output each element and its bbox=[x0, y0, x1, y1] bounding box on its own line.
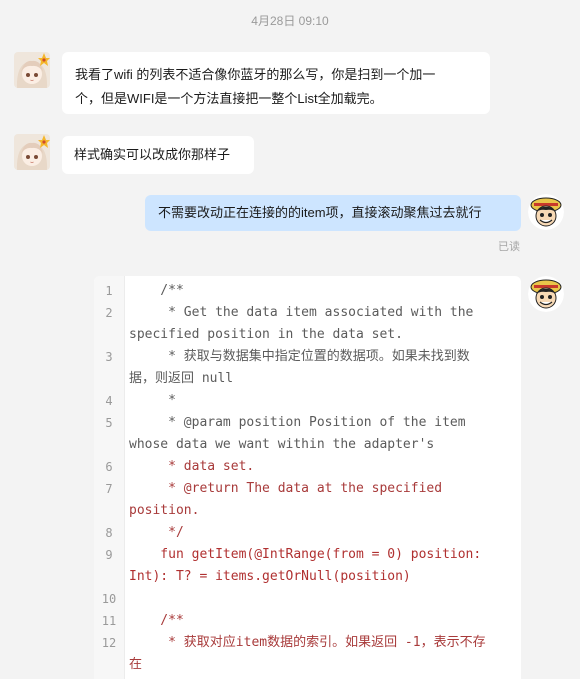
line-number: 7 bbox=[105, 482, 113, 496]
code-text: fun getItem(@IntRange(from = 0) position… bbox=[129, 547, 482, 562]
code-text: 在 bbox=[129, 657, 143, 672]
line-number: 9 bbox=[105, 548, 113, 562]
message-text: 样式确实可以改成你那样子 bbox=[74, 147, 231, 162]
anime-avatar-icon bbox=[528, 194, 564, 230]
my-avatar[interactable] bbox=[528, 276, 564, 312]
read-status: 已读 bbox=[498, 241, 520, 253]
code-message[interactable]: 1 /** 2 * Get the data item associated wi… bbox=[94, 276, 521, 679]
code-text: /** bbox=[129, 613, 184, 628]
code-text: Int): T? = items.getOrNull(position) bbox=[129, 569, 411, 584]
code-text: */ bbox=[129, 525, 184, 540]
line-number: 10 bbox=[101, 592, 117, 606]
code-text: position. bbox=[129, 503, 200, 518]
code-text: 据，则返回 null bbox=[129, 371, 234, 386]
code-text: * 获取对应item数据的索引。如果返回 -1，表示不存 bbox=[129, 635, 486, 650]
line-number: 4 bbox=[105, 394, 113, 408]
line-number: 12 bbox=[101, 636, 117, 650]
message-bubble[interactable]: 样式确实可以改成你那样子 bbox=[62, 136, 254, 174]
girl-avatar-icon bbox=[14, 134, 50, 170]
code-text: * bbox=[129, 393, 176, 408]
code-text: * @return The data at the specified bbox=[129, 481, 443, 496]
line-number: 5 bbox=[105, 416, 113, 430]
line-number: 2 bbox=[105, 306, 113, 320]
line-number: 3 bbox=[105, 350, 113, 364]
message-text: 个，但是WIFI是一个方法直接把一整个List全加载完。 bbox=[75, 91, 383, 106]
code-text: whose data we want within the adapter's bbox=[129, 437, 435, 452]
contact-avatar[interactable] bbox=[14, 134, 50, 170]
message-text: 不需要改动正在连接的的item项，直接滚动聚焦过去就行 bbox=[158, 205, 482, 220]
message-text: 我看了wifi 的列表不适合像你蓝牙的那么写，你是扫到一个加一 bbox=[75, 67, 436, 82]
line-number: 8 bbox=[105, 526, 113, 540]
code-text: /** bbox=[129, 283, 184, 298]
code-text: * data set. bbox=[129, 459, 255, 474]
timestamp: 4月28日 09:10 bbox=[251, 14, 329, 28]
code-text: * Get the data item associated with the bbox=[129, 305, 474, 320]
code-text: * 获取与数据集中指定位置的数据项。如果未找到数 bbox=[129, 349, 470, 364]
message-bubble[interactable]: 我看了wifi 的列表不适合像你蓝牙的那么写，你是扫到一个加一 个，但是WIFI… bbox=[62, 52, 490, 114]
line-number: 6 bbox=[105, 460, 113, 474]
code-text: * @param position Position of the item bbox=[129, 415, 466, 430]
anime-avatar-icon bbox=[528, 276, 564, 312]
message-bubble-self[interactable]: 不需要改动正在连接的的item项，直接滚动聚焦过去就行 bbox=[145, 195, 521, 231]
line-number: 1 bbox=[105, 284, 113, 298]
code-text: specified position in the data set. bbox=[129, 327, 403, 342]
line-number: 11 bbox=[101, 614, 117, 628]
contact-avatar[interactable] bbox=[14, 52, 50, 88]
girl-avatar-icon bbox=[14, 52, 50, 88]
my-avatar[interactable] bbox=[528, 194, 564, 230]
